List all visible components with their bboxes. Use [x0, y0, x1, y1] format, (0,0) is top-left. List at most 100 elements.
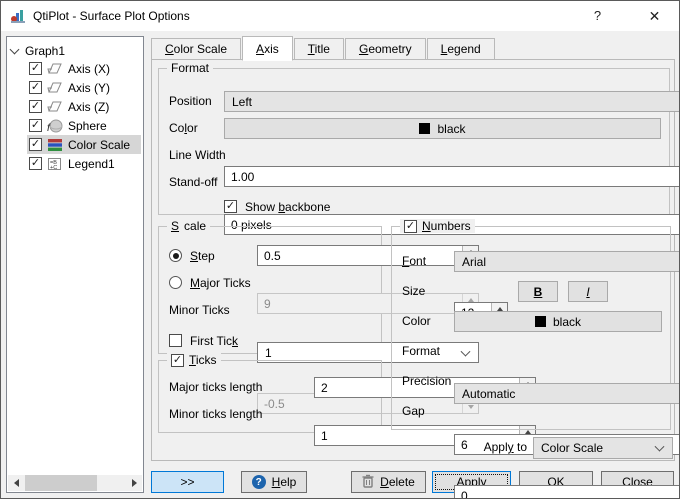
titlebar: QtiPlot - Surface Plot Options ? ✕ — [1, 1, 679, 31]
tree-horizontal-scrollbar[interactable] — [8, 475, 142, 491]
numbers-group: ✓ Numbers Font Arial Size 12 B I Color b… — [391, 226, 671, 430]
surface-plot-options-dialog: QtiPlot - Surface Plot Options ? ✕ Graph… — [0, 0, 680, 499]
position-select[interactable]: Left — [224, 91, 680, 112]
font-select[interactable]: Arial — [454, 251, 680, 272]
numbers-color-label: Color — [402, 311, 431, 332]
step-radio-row: Step — [169, 245, 215, 266]
ticks-checkbox[interactable]: ✓ — [171, 354, 184, 367]
precision-label: Precision — [402, 371, 451, 392]
window-title: QtiPlot - Surface Plot Options — [33, 1, 190, 31]
checkbox-checked-icon[interactable]: ✓ — [29, 81, 42, 94]
axis-3d-icon — [47, 99, 63, 115]
first-tick-row: First Tick — [169, 330, 238, 351]
checkbox-checked-icon[interactable]: ✓ — [29, 119, 42, 132]
tab-title[interactable]: Title — [294, 38, 344, 60]
checkbox-checked-icon[interactable]: ✓ — [29, 100, 42, 113]
step-label: Step — [190, 249, 215, 263]
chevron-down-icon[interactable] — [10, 46, 19, 55]
more-options-button[interactable]: >> — [151, 471, 224, 493]
italic-button[interactable]: I — [568, 281, 608, 302]
black-swatch — [535, 316, 546, 327]
tree-item-label: Axis (X) — [68, 62, 110, 76]
axis-3d-icon — [47, 61, 63, 77]
major-ticks-label: Major Ticks — [190, 276, 251, 290]
help-icon: ? — [252, 475, 266, 489]
tab-legend[interactable]: Legend — [427, 38, 495, 60]
numbers-label: Numbers — [422, 219, 471, 233]
show-backbone-label: Show backbone — [245, 200, 330, 214]
minor-ticks-length-label: Minor ticks length — [169, 404, 262, 425]
minor-ticks-label: Minor Ticks — [169, 300, 230, 321]
titlebar-close-icon[interactable]: ✕ — [632, 1, 677, 31]
first-tick-checkbox[interactable] — [169, 334, 182, 347]
format-group-title: Format — [167, 61, 213, 75]
tree-item-label: Axis (Z) — [68, 100, 109, 114]
axis-3d-icon — [47, 80, 63, 96]
delete-button[interactable]: Delete — [351, 471, 426, 493]
tree-item-sphere[interactable]: ✓ f Sphere — [27, 116, 141, 135]
black-swatch — [419, 123, 430, 134]
checkbox-checked-icon[interactable]: ✓ — [29, 157, 42, 170]
numbers-group-title: ✓ Numbers — [400, 219, 475, 233]
apply-to-label: Apply to — [457, 437, 527, 458]
major-ticks-radio-row: Major Ticks — [169, 272, 251, 293]
step-radio[interactable] — [169, 249, 182, 262]
tree-item-label: Axis (Y) — [68, 81, 110, 95]
numbers-format-label: Format — [402, 341, 440, 362]
show-backbone-row: ✓ Show backbone — [224, 196, 330, 217]
qtiplot-app-icon — [10, 8, 26, 24]
tab-bar: Color Scale Axis Title Geometry Legend — [151, 36, 496, 60]
numbers-color-button[interactable]: black — [454, 311, 662, 332]
legend-icon: =B+C — [47, 156, 63, 172]
gap-label: Gap — [402, 401, 425, 422]
trash-icon — [362, 474, 374, 491]
gap-spinner[interactable]: 0 — [454, 485, 680, 499]
ticks-label: Ticks — [189, 353, 217, 367]
scale-group-title: Scale — [167, 219, 210, 233]
tree-root-graph1[interactable]: Graph1 — [10, 41, 65, 60]
numbers-checkbox[interactable]: ✓ — [404, 220, 417, 233]
format-group: Format Position Left Color black Line Wi… — [158, 68, 670, 215]
tree-item-legend1[interactable]: ✓ =B+C Legend1 — [27, 154, 141, 173]
tab-color-scale[interactable]: Color Scale — [151, 38, 241, 60]
tree-item-label: Sphere — [68, 119, 107, 133]
tree-item-axis-z[interactable]: ✓ Axis (Z) — [27, 97, 141, 116]
show-backbone-checkbox[interactable]: ✓ — [224, 200, 237, 213]
titlebar-help-button[interactable]: ? — [575, 1, 620, 31]
color-label: Color — [169, 118, 198, 139]
color-scale-icon — [47, 137, 63, 153]
major-ticks-length-label: Major ticks length — [169, 377, 262, 398]
major-ticks-radio[interactable] — [169, 276, 182, 289]
ticks-group: ✓ Ticks Major ticks length 2 Minor ticks… — [158, 360, 382, 433]
tree-root-label: Graph1 — [25, 44, 65, 58]
sphere-function-icon: f — [47, 118, 63, 134]
scale-group: Scale Step 0.5 Major Ticks 9 Minor Ticks… — [158, 226, 382, 354]
axis-color-button[interactable]: black — [224, 118, 661, 139]
tree-item-label: Color Scale — [68, 138, 130, 152]
tree-item-axis-y[interactable]: ✓ Axis (Y) — [27, 78, 141, 97]
scroll-left-icon[interactable] — [8, 475, 24, 491]
line-width-spinner[interactable]: 1.00 — [224, 166, 680, 187]
tree-item-label: Legend1 — [68, 157, 115, 171]
size-label: Size — [402, 281, 425, 302]
line-width-label: Line Width — [169, 145, 226, 166]
object-tree: Graph1 ✓ Axis (X) ✓ Axis (Y) ✓ Axis (Z) … — [6, 36, 144, 493]
font-label: Font — [402, 251, 426, 272]
apply-to-select[interactable]: Color Scale — [533, 437, 673, 459]
svg-text:+C: +C — [50, 165, 57, 171]
tree-item-color-scale[interactable]: ✓ Color Scale — [27, 135, 141, 154]
first-tick-label: First Tick — [190, 334, 238, 348]
checkbox-checked-icon[interactable]: ✓ — [29, 138, 42, 151]
checkbox-checked-icon[interactable]: ✓ — [29, 62, 42, 75]
standoff-label: Stand-off — [169, 172, 217, 193]
tab-geometry[interactable]: Geometry — [345, 38, 426, 60]
bold-button[interactable]: B — [518, 281, 558, 302]
tree-item-axis-x[interactable]: ✓ Axis (X) — [27, 59, 141, 78]
scrollbar-thumb[interactable] — [25, 475, 97, 491]
ticks-group-title: ✓ Ticks — [167, 353, 221, 367]
tab-axis[interactable]: Axis — [242, 36, 293, 61]
numbers-format-select[interactable]: Automatic — [454, 383, 680, 404]
position-label: Position — [169, 91, 212, 112]
help-button[interactable]: ? Help — [241, 471, 307, 493]
scroll-right-icon[interactable] — [126, 475, 142, 491]
